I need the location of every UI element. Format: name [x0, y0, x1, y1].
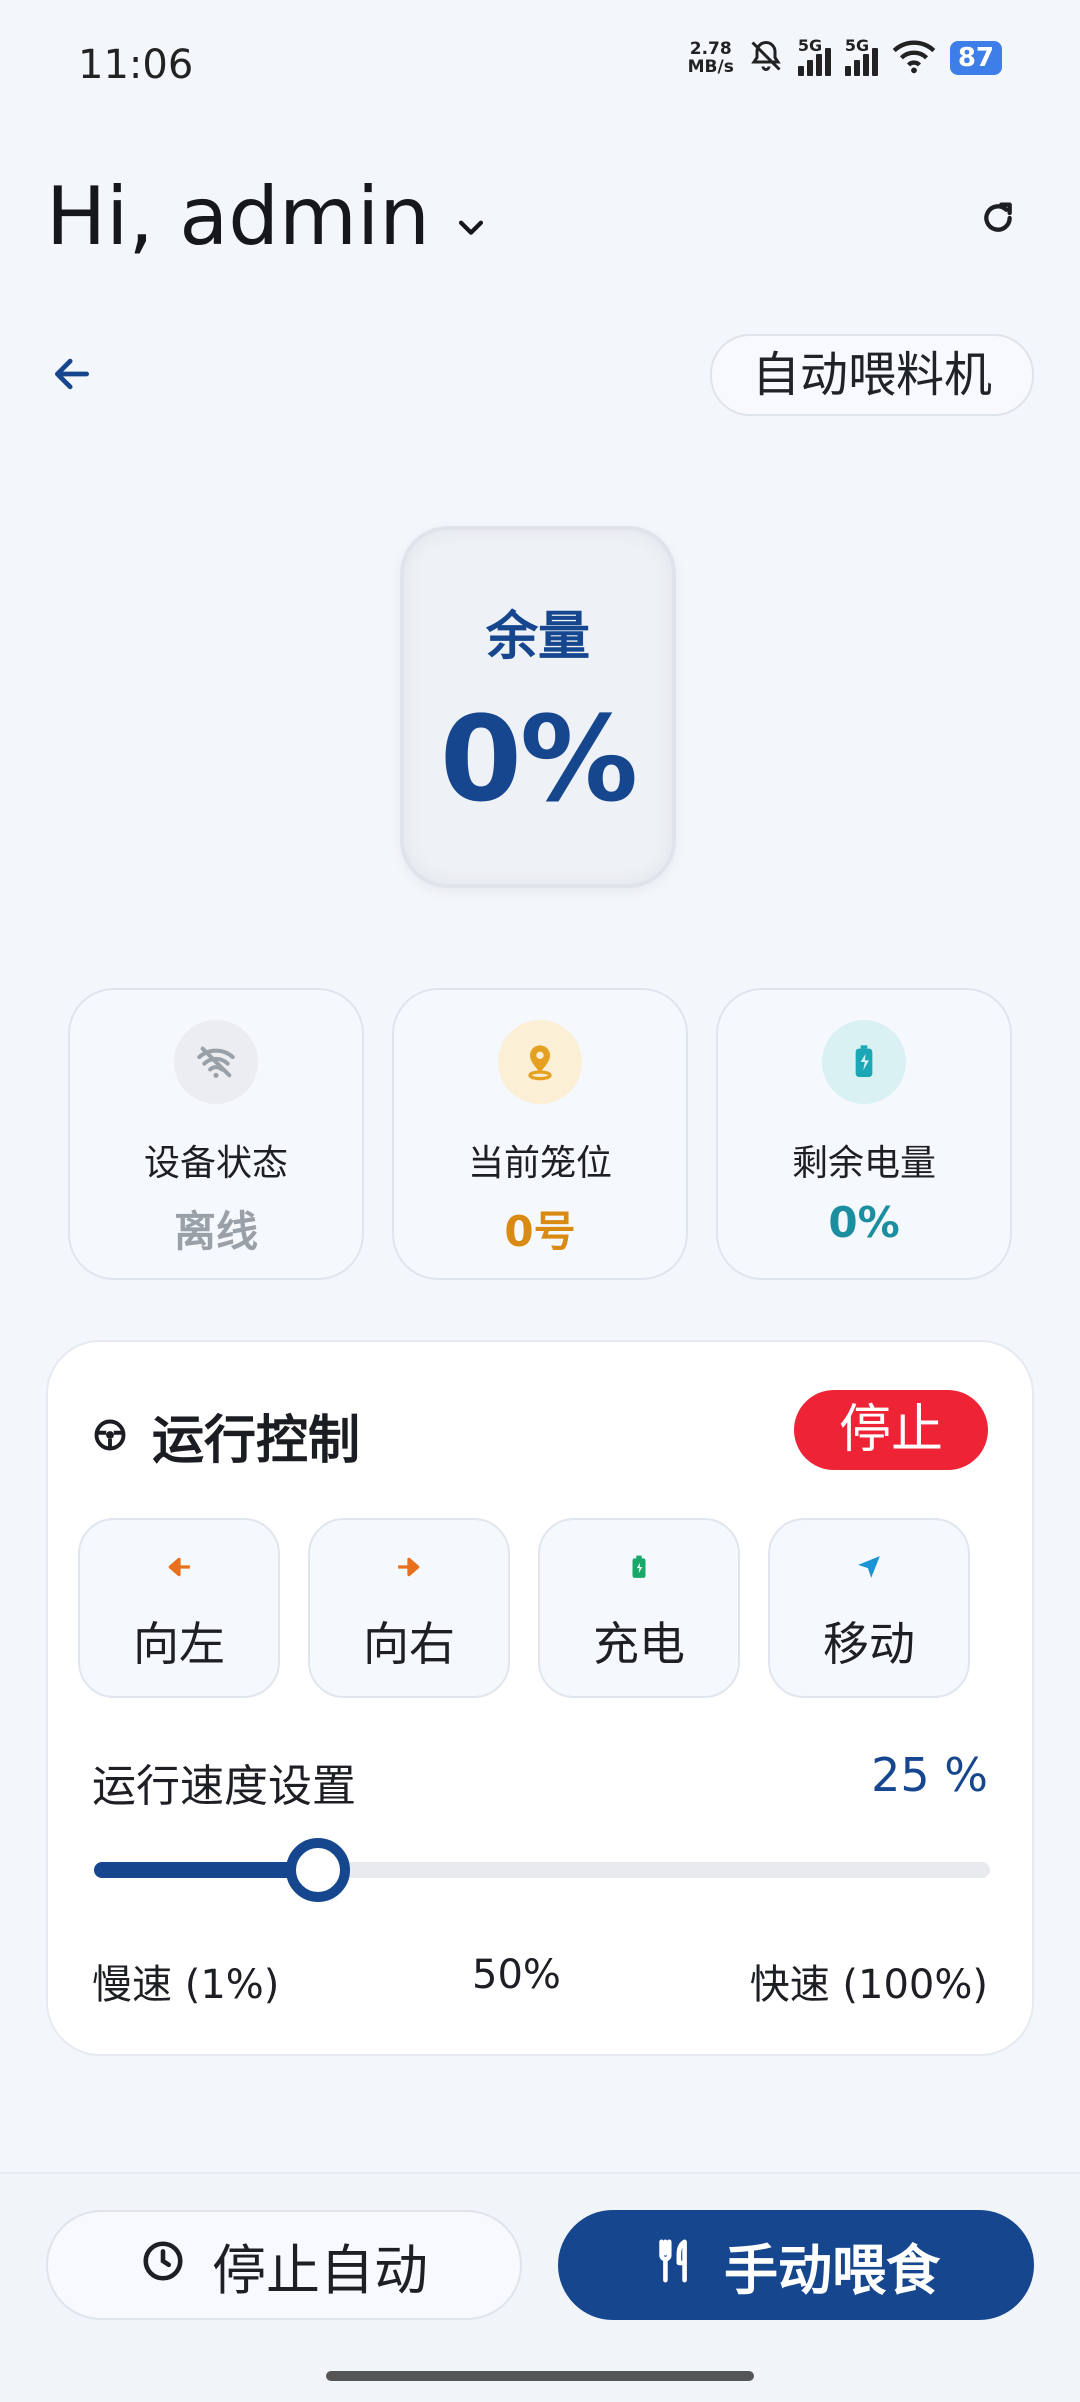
- remaining-feed-gauge: 余量 0%: [400, 526, 676, 888]
- run-control-title: 运行控制: [92, 1398, 360, 1473]
- home-indicator: [326, 2371, 754, 2381]
- battery-indicator: 87: [949, 41, 1002, 75]
- signal-sim2-icon: 5G: [844, 36, 878, 76]
- run-control-panel: 运行控制 停止 向左 向右 充电 移动 运行速度设置 25 % 慢速 (1%) …: [46, 1340, 1034, 2056]
- speed-slider-thumb[interactable]: [286, 1838, 350, 1902]
- device-status-value: 离线: [173, 1207, 258, 1256]
- speed-setting-value: 25 %: [871, 1748, 988, 1802]
- battery-charging-icon: [822, 1020, 906, 1104]
- wifi-off-icon: [174, 1020, 258, 1104]
- signal-sim1-icon: 5G: [797, 36, 831, 76]
- speed-scale-max: 快速 (100%): [749, 1962, 988, 2008]
- wifi-icon: [892, 38, 936, 78]
- account-switcher[interactable]: Hi, admin: [46, 170, 488, 263]
- current-cage-value: 0号: [504, 1207, 576, 1256]
- move-right-button[interactable]: 向右: [308, 1518, 510, 1698]
- back-arrow-icon[interactable]: [48, 350, 96, 398]
- gauge-label: 余量: [485, 607, 590, 667]
- utensils-icon: [652, 2234, 698, 2297]
- device-status-label: 设备状态: [143, 1143, 288, 1184]
- arrow-right-icon: [310, 1554, 508, 1580]
- location-pin-icon: [498, 1020, 582, 1104]
- steering-wheel-icon: [92, 1406, 128, 1466]
- stop-auto-button[interactable]: 停止自动: [46, 2210, 522, 2320]
- current-cage-card: 当前笼位 0号: [392, 988, 688, 1280]
- arrow-left-icon: [80, 1554, 278, 1580]
- charge-button[interactable]: 充电: [538, 1518, 740, 1698]
- move-button[interactable]: 移动: [768, 1518, 970, 1698]
- speed-scale-min: 慢速 (1%): [92, 1962, 280, 2008]
- current-cage-label: 当前笼位: [467, 1143, 612, 1184]
- battery-level-card: 剩余电量 0%: [716, 988, 1012, 1280]
- chevron-down-icon: [454, 170, 488, 263]
- speed-scale-mid: 50%: [472, 1952, 561, 1998]
- status-time: 11:06: [78, 42, 194, 88]
- greeting-text: Hi, admin: [46, 170, 430, 263]
- move-left-button[interactable]: 向左: [78, 1518, 280, 1698]
- speed-setting-label: 运行速度设置: [92, 1761, 356, 1812]
- status-icons: 2.78 MB/s 5G 5G 87: [687, 36, 1002, 78]
- bell-muted-icon: [748, 38, 784, 78]
- battery-level-label: 剩余电量: [791, 1143, 936, 1184]
- navigation-icon: [770, 1554, 968, 1580]
- speed-slider[interactable]: [94, 1838, 990, 1902]
- refresh-icon[interactable]: [970, 190, 1026, 246]
- speed-slider-fill: [94, 1862, 318, 1878]
- run-status-button[interactable]: 停止: [794, 1390, 988, 1470]
- battery-level-value: 0%: [828, 1198, 900, 1247]
- network-speed: 2.78 MB/s: [687, 39, 734, 77]
- battery-icon: [540, 1554, 738, 1580]
- device-status-card: 设备状态 离线: [68, 988, 364, 1280]
- clock-icon: [140, 2234, 186, 2297]
- manual-feed-button[interactable]: 手动喂食: [558, 2210, 1034, 2320]
- device-name-chip[interactable]: 自动喂料机: [709, 334, 1034, 416]
- gauge-value: 0%: [439, 690, 638, 828]
